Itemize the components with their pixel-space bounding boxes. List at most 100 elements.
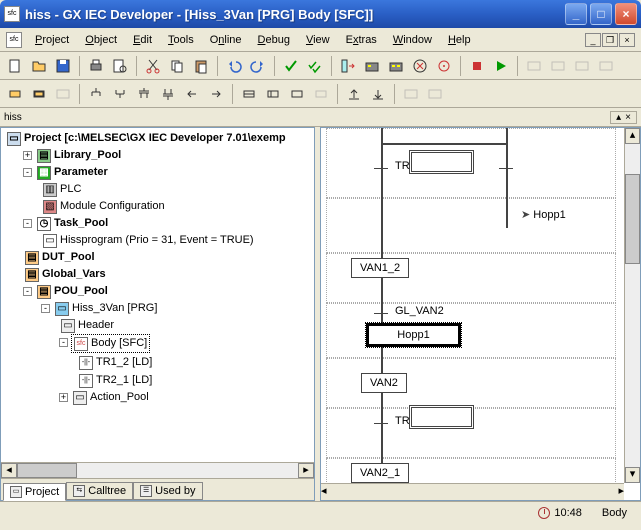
sfc-download-button[interactable] xyxy=(367,83,389,105)
tree-action-pool[interactable]: Action_Pool xyxy=(90,389,149,406)
monitor-button[interactable] xyxy=(433,55,455,77)
save-button[interactable] xyxy=(52,55,74,77)
menu-object[interactable]: Object xyxy=(78,31,124,49)
editor-hscrollbar[interactable]: ◂ ▸ xyxy=(321,483,624,500)
scroll-track[interactable] xyxy=(625,144,640,467)
copy-button[interactable] xyxy=(166,55,188,77)
expand-param[interactable]: - xyxy=(23,168,32,177)
sfc-transition[interactable] xyxy=(499,168,513,169)
scroll-track[interactable] xyxy=(77,463,298,478)
window-minimize-button[interactable]: _ xyxy=(565,3,587,25)
menu-edit[interactable]: Edit xyxy=(126,31,159,49)
expand-hiss3van[interactable]: - xyxy=(41,304,50,313)
tree-plc[interactable]: PLC xyxy=(60,181,81,198)
sfc-gl_van2[interactable]: GL_VAN2 xyxy=(395,305,444,317)
tree-tr2-1[interactable]: TR2_1 [LD] xyxy=(96,372,152,389)
tree-task-pool[interactable]: Task_Pool xyxy=(54,215,108,232)
open-button[interactable] xyxy=(28,55,50,77)
mdi-close-button[interactable]: × xyxy=(619,33,635,47)
mdi-restore-button[interactable]: ❐ xyxy=(602,33,618,47)
tree-root[interactable]: Project [c:\MELSEC\GX IEC Developer 7.01… xyxy=(24,130,286,147)
tree-body-sfc-selected[interactable]: sfcBody [SFC] xyxy=(71,334,150,353)
window-close-button[interactable]: × xyxy=(615,3,637,25)
tab-calltree[interactable]: ⇆Calltree xyxy=(66,482,133,500)
tree-global-vars[interactable]: Global_Vars xyxy=(42,266,106,283)
dock-close-icon[interactable]: × xyxy=(623,112,633,123)
tab-usedby[interactable]: ☰Used by xyxy=(133,482,202,500)
tab-project[interactable]: ▭Project xyxy=(3,483,66,501)
tree-module-cfg[interactable]: Module Configuration xyxy=(60,198,165,215)
tree-parameter[interactable]: Parameter xyxy=(54,164,108,181)
scroll-left-icon[interactable]: ◂ xyxy=(1,463,17,478)
run-button[interactable] xyxy=(490,55,512,77)
redo-button[interactable] xyxy=(247,55,269,77)
sfc-par-end-button[interactable] xyxy=(157,83,179,105)
sfc-action-button[interactable] xyxy=(262,83,284,105)
tree-tr1-2[interactable]: TR1_2 [LD] xyxy=(96,354,152,371)
sfc-transition[interactable] xyxy=(374,423,388,424)
check-button[interactable] xyxy=(280,55,302,77)
sfc-tr2_1-box[interactable] xyxy=(409,405,474,429)
menu-tools[interactable]: Tools xyxy=(161,31,201,49)
online-change-button[interactable] xyxy=(409,55,431,77)
sfc-step-van1_2[interactable]: VAN1_2 xyxy=(351,258,409,278)
expand-action[interactable]: + xyxy=(59,393,68,402)
sfc-transition[interactable] xyxy=(374,168,388,169)
sfc-zoom-button[interactable] xyxy=(238,83,260,105)
paste-button[interactable] xyxy=(190,55,212,77)
new-button[interactable] xyxy=(4,55,26,77)
editor-vscrollbar[interactable]: ▴ ▾ xyxy=(624,128,640,483)
menu-online[interactable]: Online xyxy=(203,31,249,49)
scroll-track[interactable] xyxy=(327,484,619,500)
tree-hiss-3van[interactable]: Hiss_3Van [PRG] xyxy=(72,300,157,317)
sfc-jump-right-button[interactable] xyxy=(205,83,227,105)
menu-project[interactable]: Project xyxy=(28,31,76,49)
sfc-editor[interactable]: TR1_2 Hopp1 VAN1_2 GL_VAN2 Hopp1 VAN2 TR… xyxy=(320,127,641,501)
scroll-down-icon[interactable]: ▾ xyxy=(625,467,640,483)
tree-header[interactable]: Header xyxy=(78,317,114,334)
check-all-button[interactable] xyxy=(304,55,326,77)
expand-lib[interactable]: + xyxy=(23,151,32,160)
sfc-initstep-button[interactable] xyxy=(28,83,50,105)
tree-lib-pool[interactable]: Library_Pool xyxy=(54,147,121,164)
menu-extras[interactable]: Extras xyxy=(339,31,384,49)
print-preview-button[interactable] xyxy=(109,55,131,77)
build-button[interactable] xyxy=(361,55,383,77)
expand-body[interactable]: - xyxy=(59,338,68,347)
rebuild-button[interactable] xyxy=(385,55,407,77)
sfc-upload-button[interactable] xyxy=(343,83,365,105)
menu-view[interactable]: View xyxy=(299,31,337,49)
scroll-right-icon[interactable]: ▸ xyxy=(298,463,314,478)
expand-task[interactable]: - xyxy=(23,219,32,228)
undo-button[interactable] xyxy=(223,55,245,77)
sfc-trans-button[interactable] xyxy=(286,83,308,105)
tree-pou-pool[interactable]: POU_Pool xyxy=(54,283,108,300)
menu-help[interactable]: Help xyxy=(441,31,478,49)
scroll-thumb[interactable] xyxy=(17,463,77,478)
expand-pou[interactable]: - xyxy=(23,287,32,296)
stop-button[interactable] xyxy=(466,55,488,77)
sfc-tr1_2-box[interactable] xyxy=(409,150,474,174)
scroll-thumb[interactable] xyxy=(625,174,640,264)
sfc-step-van2[interactable]: VAN2 xyxy=(361,373,407,393)
sfc-step-van2_1[interactable]: VAN2_1 xyxy=(351,463,409,483)
sfc-transition[interactable] xyxy=(374,313,388,314)
sfc-jump-hopp1[interactable]: Hopp1 xyxy=(521,208,566,221)
menu-window[interactable]: Window xyxy=(386,31,439,49)
transfer-button[interactable] xyxy=(337,55,359,77)
scroll-up-icon[interactable]: ▴ xyxy=(625,128,640,144)
sfc-par-start-button[interactable] xyxy=(133,83,155,105)
mdi-minimize-button[interactable]: _ xyxy=(585,33,601,47)
menu-debug[interactable]: Debug xyxy=(251,31,297,49)
scroll-right-icon[interactable]: ▸ xyxy=(618,484,624,500)
sfc-step-button[interactable] xyxy=(4,83,26,105)
tree-hissprogram[interactable]: Hissprogram (Prio = 31, Event = TRUE) xyxy=(60,232,254,249)
dock-pin-icon[interactable]: ▴ xyxy=(614,112,623,123)
sfc-seq-end-button[interactable] xyxy=(109,83,131,105)
sfc-hopp1-selected[interactable]: Hopp1 xyxy=(366,323,461,347)
sfc-jump-left-button[interactable] xyxy=(181,83,203,105)
sfc-seq-start-button[interactable] xyxy=(85,83,107,105)
print-button[interactable] xyxy=(85,55,107,77)
project-tree[interactable]: ▭Project [c:\MELSEC\GX IEC Developer 7.0… xyxy=(1,128,314,462)
window-maximize-button[interactable]: □ xyxy=(590,3,612,25)
